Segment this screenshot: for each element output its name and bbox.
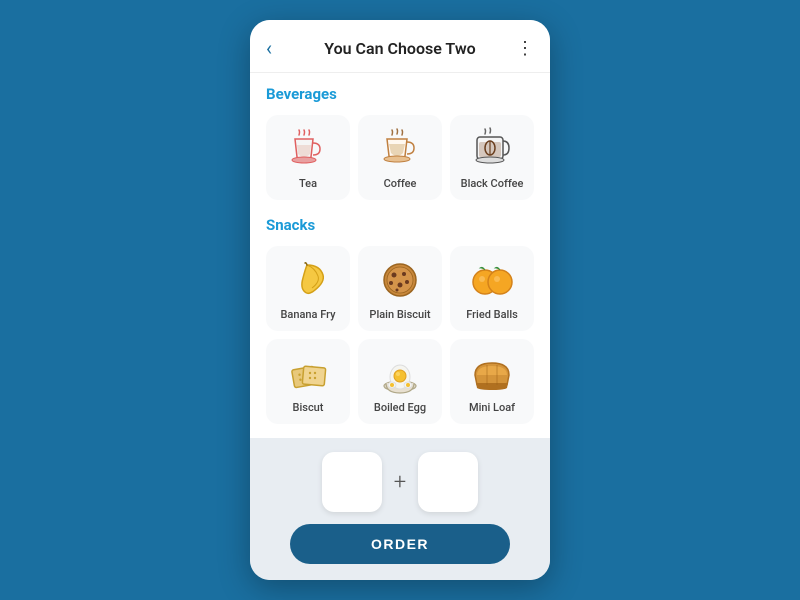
boiled-egg-icon (374, 351, 426, 395)
fried-balls-label: Fried Balls (466, 308, 518, 321)
black-coffee-icon (466, 127, 518, 171)
selection-slot-1 (322, 452, 382, 512)
beverages-label: Beverages (266, 85, 534, 103)
boiled-egg-label: Boiled Egg (374, 401, 426, 414)
selection-slot-2 (418, 452, 478, 512)
snacks-grid: Banana Fry (266, 246, 534, 424)
biscuit-square-icon (282, 351, 334, 395)
phone-container: ‹ You Can Choose Two ⋮ Beverages (250, 20, 550, 580)
mini-loaf-icon (466, 351, 518, 395)
item-tea[interactable]: Tea (266, 115, 350, 200)
back-button[interactable]: ‹ (266, 36, 290, 60)
coffee-label: Coffee (384, 177, 417, 190)
tea-icon (282, 127, 334, 171)
biscuit-round-icon (374, 258, 426, 302)
order-button[interactable]: ORDER (290, 524, 510, 564)
black-coffee-label: Black Coffee (461, 177, 524, 190)
plain-biscuit-label: Plain Biscuit (369, 308, 430, 321)
mini-loaf-label: Mini Loaf (469, 401, 515, 414)
tea-label: Tea (299, 177, 317, 190)
snacks-section: Snacks Banana Fry (266, 216, 534, 424)
item-black-coffee[interactable]: Black Coffee (450, 115, 534, 200)
item-banana-fry[interactable]: Banana Fry (266, 246, 350, 331)
snacks-label: Snacks (266, 216, 534, 234)
biscuit-label: Biscut (293, 401, 324, 414)
banana-icon (282, 258, 334, 302)
item-boiled-egg[interactable]: Boiled Egg (358, 339, 442, 424)
beverages-section: Beverages (266, 85, 534, 200)
more-button[interactable]: ⋮ (510, 38, 534, 59)
item-biscuit[interactable]: Biscut (266, 339, 350, 424)
item-fried-balls[interactable]: Fried Balls (450, 246, 534, 331)
selection-row: + (322, 452, 478, 512)
coffee-icon (374, 127, 426, 171)
beverages-grid: Tea (266, 115, 534, 200)
content-area: Beverages (250, 73, 550, 438)
bottom-area: + ORDER (250, 438, 550, 580)
header: ‹ You Can Choose Two ⋮ (250, 20, 550, 73)
item-plain-biscuit[interactable]: Plain Biscuit (358, 246, 442, 331)
banana-fry-label: Banana Fry (280, 308, 335, 321)
fried-balls-icon (466, 258, 518, 302)
plus-sign: + (394, 470, 406, 495)
page-title: You Can Choose Two (324, 39, 475, 58)
item-coffee[interactable]: Coffee (358, 115, 442, 200)
item-mini-loaf[interactable]: Mini Loaf (450, 339, 534, 424)
